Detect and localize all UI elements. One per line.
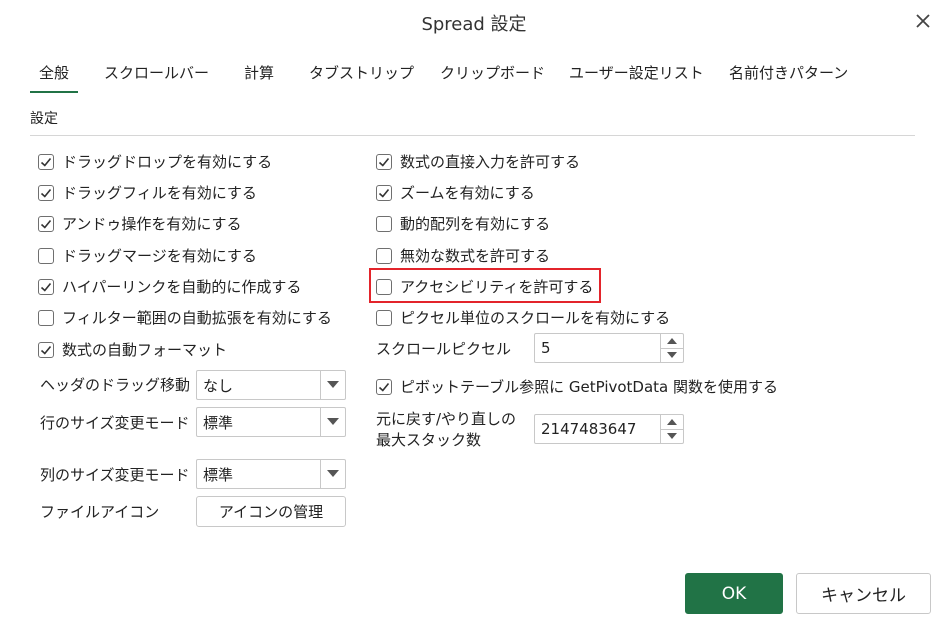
checkbox-accessibility[interactable]: アクセシビリティを許可する: [376, 276, 593, 297]
cancel-button[interactable]: キャンセル: [796, 573, 931, 614]
checkbox-box[interactable]: [376, 153, 392, 170]
scroll-pixel-spinner[interactable]: 5: [534, 333, 684, 363]
checkbox-label: 動的配列を有効にする: [400, 215, 551, 233]
checkbox-box[interactable]: [38, 278, 54, 295]
section-settings-label: 設定: [30, 111, 58, 127]
spin-down-icon[interactable]: [661, 349, 683, 363]
checkbox-box[interactable]: [376, 309, 392, 326]
checkbox-dynamic-array[interactable]: 動的配列を有効にする: [376, 213, 550, 234]
undo-stack-label: 元に戻す/やり直しの 最大スタック数: [376, 409, 516, 451]
spin-up-icon[interactable]: [661, 334, 683, 349]
checkbox-drag-merge[interactable]: ドラッグマージを有効にする: [38, 245, 257, 266]
tab-custom-lists[interactable]: ユーザー設定リスト: [569, 62, 704, 83]
scroll-pixel-label: スクロールピクセル: [376, 340, 512, 358]
checkbox-box[interactable]: [38, 341, 54, 358]
file-icon-label: ファイルアイコン: [40, 503, 160, 521]
tab-clipboard[interactable]: クリップボード: [440, 62, 545, 83]
checkbox-invalid-formula[interactable]: 無効な数式を許可する: [376, 245, 550, 266]
checkbox-label: 無効な数式を許可する: [400, 247, 551, 265]
manage-icons-button[interactable]: アイコンの管理: [196, 496, 346, 527]
checkbox-formula-auto-format[interactable]: 数式の自動フォーマット: [38, 339, 227, 360]
checkbox-label: ドラッグフィルを有効にする: [62, 184, 257, 202]
checkbox-label: アクセシビリティを許可する: [400, 278, 594, 296]
row-resize-select[interactable]: 標準: [196, 407, 346, 437]
header-drag-select[interactable]: なし: [196, 370, 346, 400]
checkbox-auto-hyperlink[interactable]: ハイパーリンクを自動的に作成する: [38, 276, 301, 297]
spinner-buttons: [660, 334, 683, 362]
spin-down-icon[interactable]: [661, 430, 683, 444]
header-drag-label: ヘッダのドラッグ移動: [40, 376, 191, 394]
tab-tabstrip[interactable]: タブストリップ: [309, 62, 414, 83]
spinner-value[interactable]: 2147483647: [535, 420, 660, 438]
checkbox-zoom[interactable]: ズームを有効にする: [376, 182, 535, 203]
spinner-value[interactable]: 5: [535, 339, 660, 357]
spin-up-icon[interactable]: [661, 415, 683, 430]
checkbox-label: 数式の直接入力を許可する: [400, 153, 581, 171]
checkbox-box[interactable]: [376, 247, 392, 264]
tab-general[interactable]: 全般: [29, 62, 79, 93]
checkbox-label: ドラッグドロップを有効にする: [62, 153, 273, 171]
checkbox-label: アンドゥ操作を有効にする: [62, 215, 242, 233]
tab-named-patterns[interactable]: 名前付きパターン: [729, 62, 848, 83]
checkbox-direct-formula-input[interactable]: 数式の直接入力を許可する: [376, 151, 580, 172]
select-value: 標準: [203, 465, 234, 484]
checkbox-pixel-scroll[interactable]: ピクセル単位のスクロールを有効にする: [376, 307, 670, 328]
checkbox-label: ドラッグマージを有効にする: [62, 247, 257, 265]
chevron-down-icon[interactable]: [320, 460, 345, 488]
row-resize-label: 行のサイズ変更モード: [40, 414, 190, 432]
checkbox-box[interactable]: [38, 184, 54, 201]
dialog-title: Spread 設定: [421, 14, 527, 35]
checkbox-box[interactable]: [376, 278, 392, 295]
divider: [30, 135, 915, 136]
checkbox-undo[interactable]: アンドゥ操作を有効にする: [38, 213, 242, 234]
checkbox-box[interactable]: [376, 215, 392, 232]
tab-scrollbar[interactable]: スクロールバー: [104, 62, 209, 83]
checkbox-box[interactable]: [38, 247, 54, 264]
undo-stack-label-line2: 最大スタック数: [376, 431, 482, 449]
checkbox-box[interactable]: [38, 309, 54, 326]
checkbox-drag-drop[interactable]: ドラッグドロップを有効にする: [38, 151, 272, 172]
undo-stack-spinner[interactable]: 2147483647: [534, 414, 684, 444]
checkbox-box[interactable]: [38, 153, 54, 170]
checkbox-label: ピボットテーブル参照に GetPivotData 関数を使用する: [400, 378, 779, 396]
checkbox-label: ズームを有効にする: [400, 184, 535, 202]
checkbox-box[interactable]: [376, 184, 392, 201]
ok-button[interactable]: OK: [685, 573, 783, 614]
chevron-down-icon[interactable]: [320, 408, 345, 436]
checkbox-label: フィルター範囲の自動拡張を有効にする: [62, 309, 332, 327]
undo-stack-label-line1: 元に戻す/やり直しの: [376, 410, 517, 428]
spinner-buttons: [660, 415, 683, 443]
col-resize-label: 列のサイズ変更モード: [40, 466, 190, 484]
checkbox-label: ピクセル単位のスクロールを有効にする: [400, 309, 671, 327]
close-icon[interactable]: [912, 10, 934, 32]
chevron-down-icon[interactable]: [320, 371, 345, 399]
tab-calculation[interactable]: 計算: [244, 62, 274, 83]
select-value: なし: [203, 376, 234, 395]
checkbox-label: 数式の自動フォーマット: [62, 341, 228, 359]
checkbox-filter-auto-expand[interactable]: フィルター範囲の自動拡張を有効にする: [38, 307, 332, 328]
select-value: 標準: [203, 413, 234, 432]
checkbox-drag-fill[interactable]: ドラッグフィルを有効にする: [38, 182, 257, 203]
spread-settings-dialog: Spread 設定 全般 スクロールバー 計算 タブストリップ クリップボード …: [0, 0, 948, 627]
checkbox-box[interactable]: [38, 215, 54, 232]
checkbox-getpivotdata[interactable]: ピボットテーブル参照に GetPivotData 関数を使用する: [376, 376, 778, 397]
col-resize-select[interactable]: 標準: [196, 459, 346, 489]
checkbox-box[interactable]: [376, 378, 392, 395]
checkbox-label: ハイパーリンクを自動的に作成する: [62, 278, 302, 296]
